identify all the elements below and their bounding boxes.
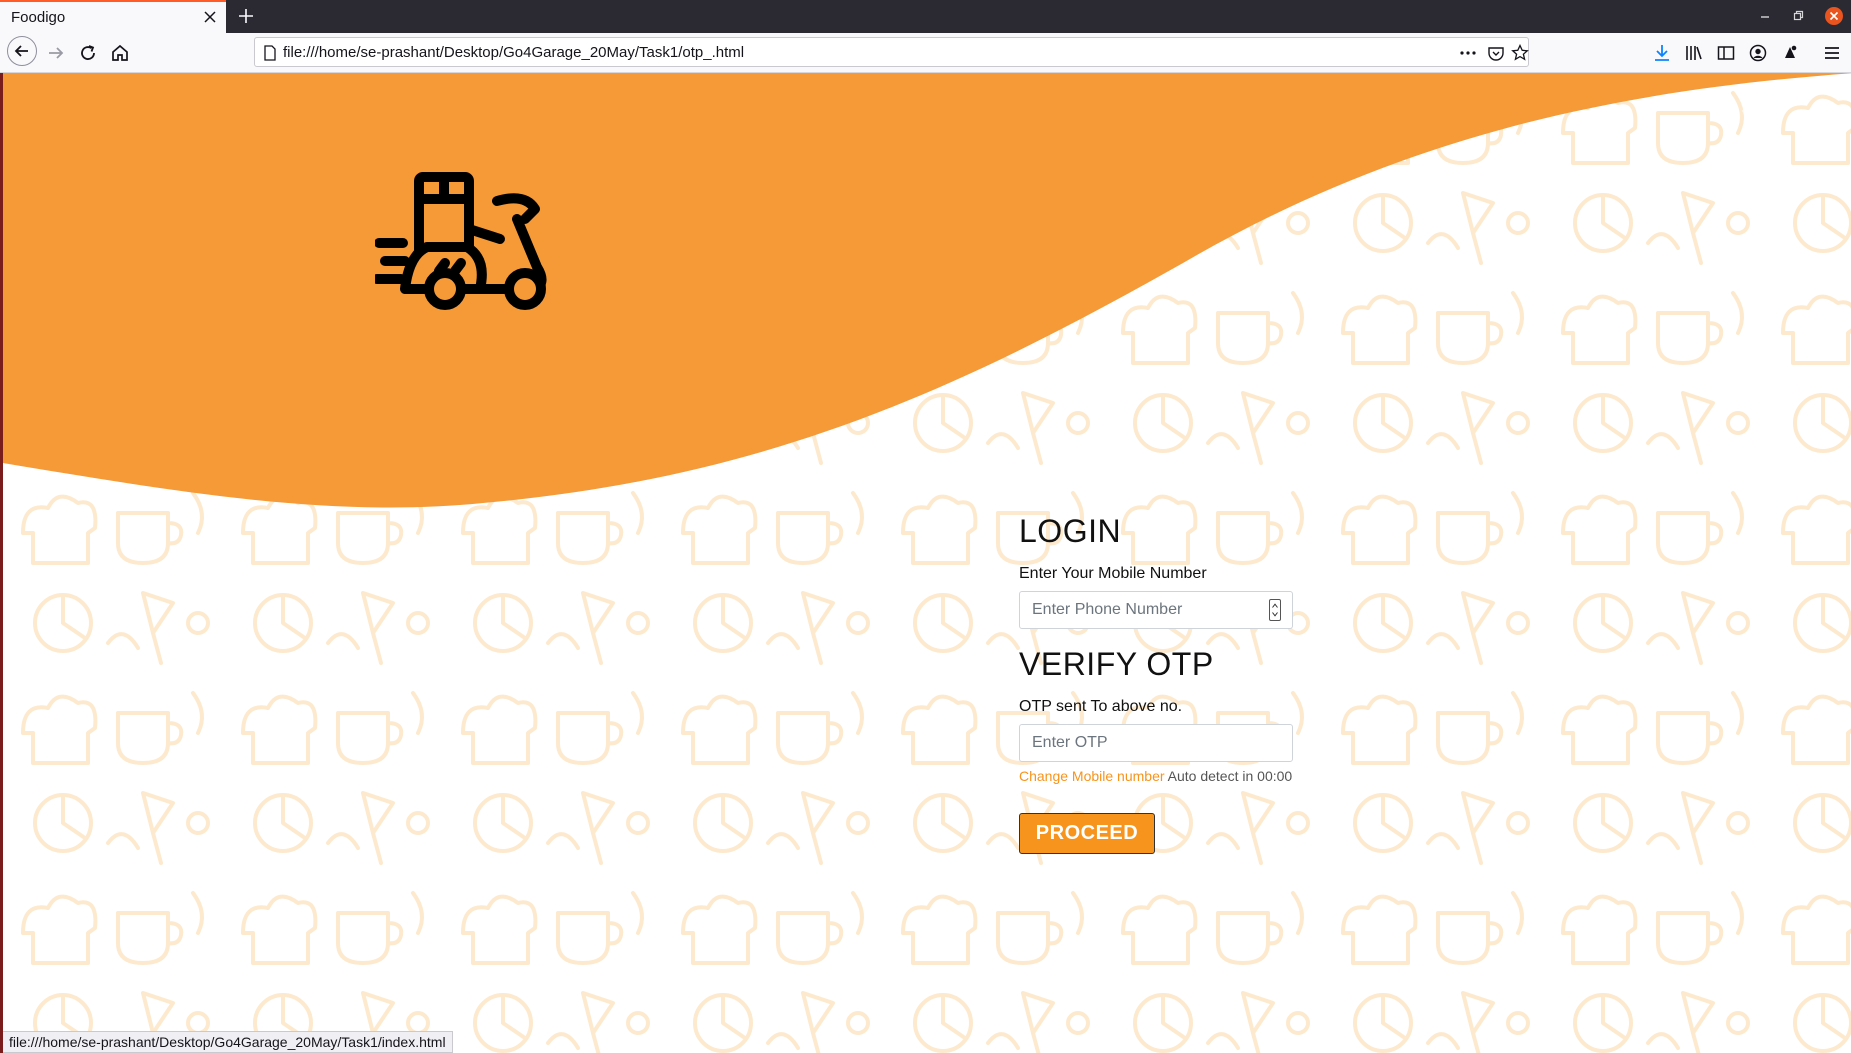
reload-icon[interactable]	[76, 41, 100, 65]
window-close-button[interactable]	[1825, 7, 1843, 25]
pocket-icon[interactable]	[1487, 44, 1505, 62]
mobile-number-label: Enter Your Mobile Number	[1019, 565, 1207, 582]
otp-helper-text: Change Mobile number Auto detect in 00:0…	[1019, 768, 1292, 784]
otp-sent-label: OTP sent To above no.	[1019, 698, 1183, 715]
back-arrow-icon	[14, 45, 28, 57]
more-actions-icon[interactable]	[1459, 44, 1477, 62]
restore-icon[interactable]	[1790, 8, 1806, 24]
auto-detect-timer: Auto detect in 00:00	[1167, 768, 1293, 784]
extension-icon[interactable]	[1780, 43, 1800, 63]
minimize-icon[interactable]	[1757, 8, 1773, 24]
status-bar-url: file:///home/se-prashant/Desktop/Go4Gara…	[3, 1031, 453, 1053]
page-viewport: LOGIN Enter Your Mobile Number VERIFY OT…	[0, 73, 1851, 1053]
close-icon[interactable]	[202, 9, 218, 25]
login-heading: LOGIN	[1019, 513, 1122, 549]
verify-otp-heading: VERIFY OTP	[1019, 646, 1214, 682]
hamburger-menu-icon[interactable]	[1822, 43, 1842, 63]
home-icon[interactable]	[108, 41, 132, 65]
food-pattern-background	[3, 73, 1851, 1053]
library-icon[interactable]	[1684, 43, 1704, 63]
otp-input[interactable]	[1019, 724, 1293, 762]
bookmark-star-icon[interactable]	[1511, 44, 1529, 62]
navigation-toolbar: file:///home/se-prashant/Desktop/Go4Gara…	[0, 33, 1851, 73]
tab-strip: Foodigo	[0, 0, 1851, 33]
close-icon	[1829, 11, 1839, 21]
change-mobile-number-link[interactable]: Change Mobile number	[1019, 768, 1165, 784]
number-spinner-icon[interactable]	[1269, 599, 1281, 621]
page-icon	[264, 45, 276, 61]
delivery-scooter-logo	[375, 172, 547, 310]
tab-title: Foodigo	[11, 9, 66, 26]
phone-number-input[interactable]	[1019, 591, 1293, 629]
proceed-button[interactable]: PROCEED	[1019, 813, 1155, 854]
browser-tab[interactable]: Foodigo	[0, 0, 226, 33]
address-bar[interactable]: file:///home/se-prashant/Desktop/Go4Gara…	[254, 37, 1529, 67]
account-icon[interactable]	[1748, 43, 1768, 63]
url-text: file:///home/se-prashant/Desktop/Go4Gara…	[283, 44, 745, 61]
forward-arrow-icon[interactable]	[44, 41, 68, 65]
download-icon[interactable]	[1652, 43, 1672, 63]
back-button[interactable]	[7, 36, 37, 66]
sidebar-icon[interactable]	[1716, 43, 1736, 63]
new-tab-icon[interactable]	[236, 6, 256, 26]
